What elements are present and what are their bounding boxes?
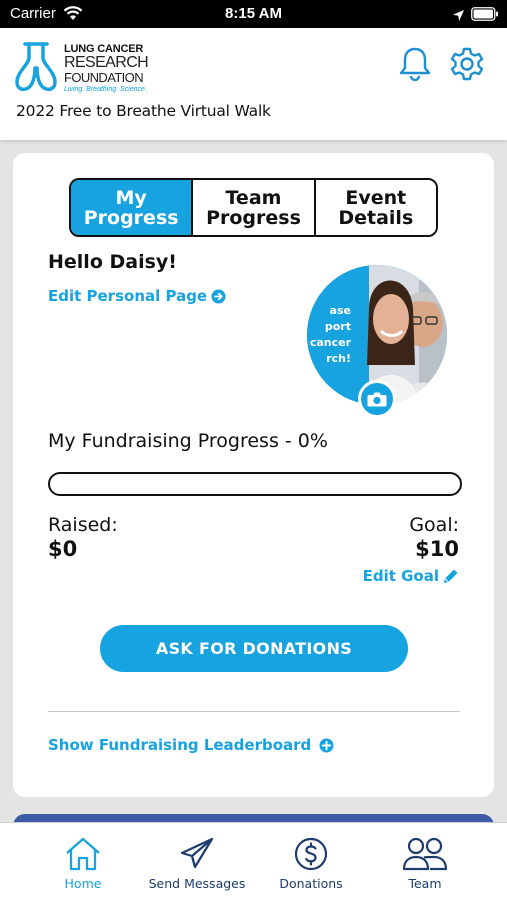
edit-goal-link[interactable]: Edit Goal <box>363 567 459 585</box>
tab-home[interactable]: Home <box>28 823 138 900</box>
home-icon <box>66 837 100 871</box>
change-photo-button[interactable] <box>358 380 396 418</box>
progress-tabs: My Progress Team Progress Event Details <box>69 178 438 237</box>
pencil-icon <box>444 569 458 583</box>
edit-personal-page-link[interactable]: Edit Personal Page <box>48 287 226 305</box>
people-icon <box>402 837 448 871</box>
app-header: LUNG CANCER RESEARCH FOUNDATION Living. … <box>0 28 507 140</box>
goal-amount: $10 <box>415 537 459 561</box>
battery-icon <box>471 6 499 25</box>
progress-card: My Progress Team Progress Event Details … <box>13 153 494 797</box>
photo-sign-text: ase port cancer rch! <box>309 304 351 365</box>
greeting: Hello Daisy! <box>48 251 177 273</box>
logo-text-line3: FOUNDATION <box>64 70 144 85</box>
tab-send-messages-label: Send Messages <box>148 876 246 891</box>
show-leaderboard-link[interactable]: Show Fundraising Leaderboard <box>48 736 334 754</box>
tab-bar: Home Send Messages Donations Team <box>0 822 507 900</box>
tab-donations[interactable]: Donations <box>256 823 366 900</box>
arrow-circle-right-icon <box>211 289 226 303</box>
clock: 8:15 AM <box>225 5 282 22</box>
event-name: 2022 Free to Breathe Virtual Walk <box>16 102 271 120</box>
paper-plane-icon <box>180 837 214 869</box>
camera-icon <box>367 392 387 407</box>
tab-send-messages[interactable]: Send Messages <box>142 823 252 900</box>
raised-label: Raised: <box>48 514 118 536</box>
settings-button[interactable] <box>449 46 485 82</box>
raised-amount: $0 <box>48 537 78 561</box>
fundraising-progress-bar <box>48 472 462 496</box>
goal-label: Goal: <box>409 514 459 536</box>
lcrf-logo: LUNG CANCER RESEARCH FOUNDATION Living. … <box>14 40 164 96</box>
gear-icon <box>450 47 484 81</box>
ask-for-donations-button[interactable]: ASK FOR DONATIONS <box>100 625 408 672</box>
location-icon <box>452 7 465 26</box>
tab-team[interactable]: Team <box>370 823 480 900</box>
plus-circle-icon <box>319 738 334 752</box>
divider <box>48 711 460 712</box>
notifications-button[interactable] <box>398 46 432 82</box>
dollar-circle-icon <box>294 837 328 871</box>
tab-team-progress[interactable]: Team Progress <box>191 180 314 235</box>
fundraising-progress-title: My Fundraising Progress - 0% <box>48 430 328 452</box>
tab-donations-label: Donations <box>279 876 343 891</box>
tab-team-label: Team <box>408 876 442 891</box>
bell-icon <box>399 47 431 82</box>
status-bar: Carrier 8:15 AM <box>0 0 507 28</box>
logo-tagline: Living. Breathing. Science. <box>64 86 147 93</box>
lungs-logo-icon <box>15 42 57 92</box>
tab-home-label: Home <box>64 876 102 891</box>
tab-event-details[interactable]: Event Details <box>313 180 436 235</box>
tab-my-progress[interactable]: My Progress <box>71 180 192 235</box>
